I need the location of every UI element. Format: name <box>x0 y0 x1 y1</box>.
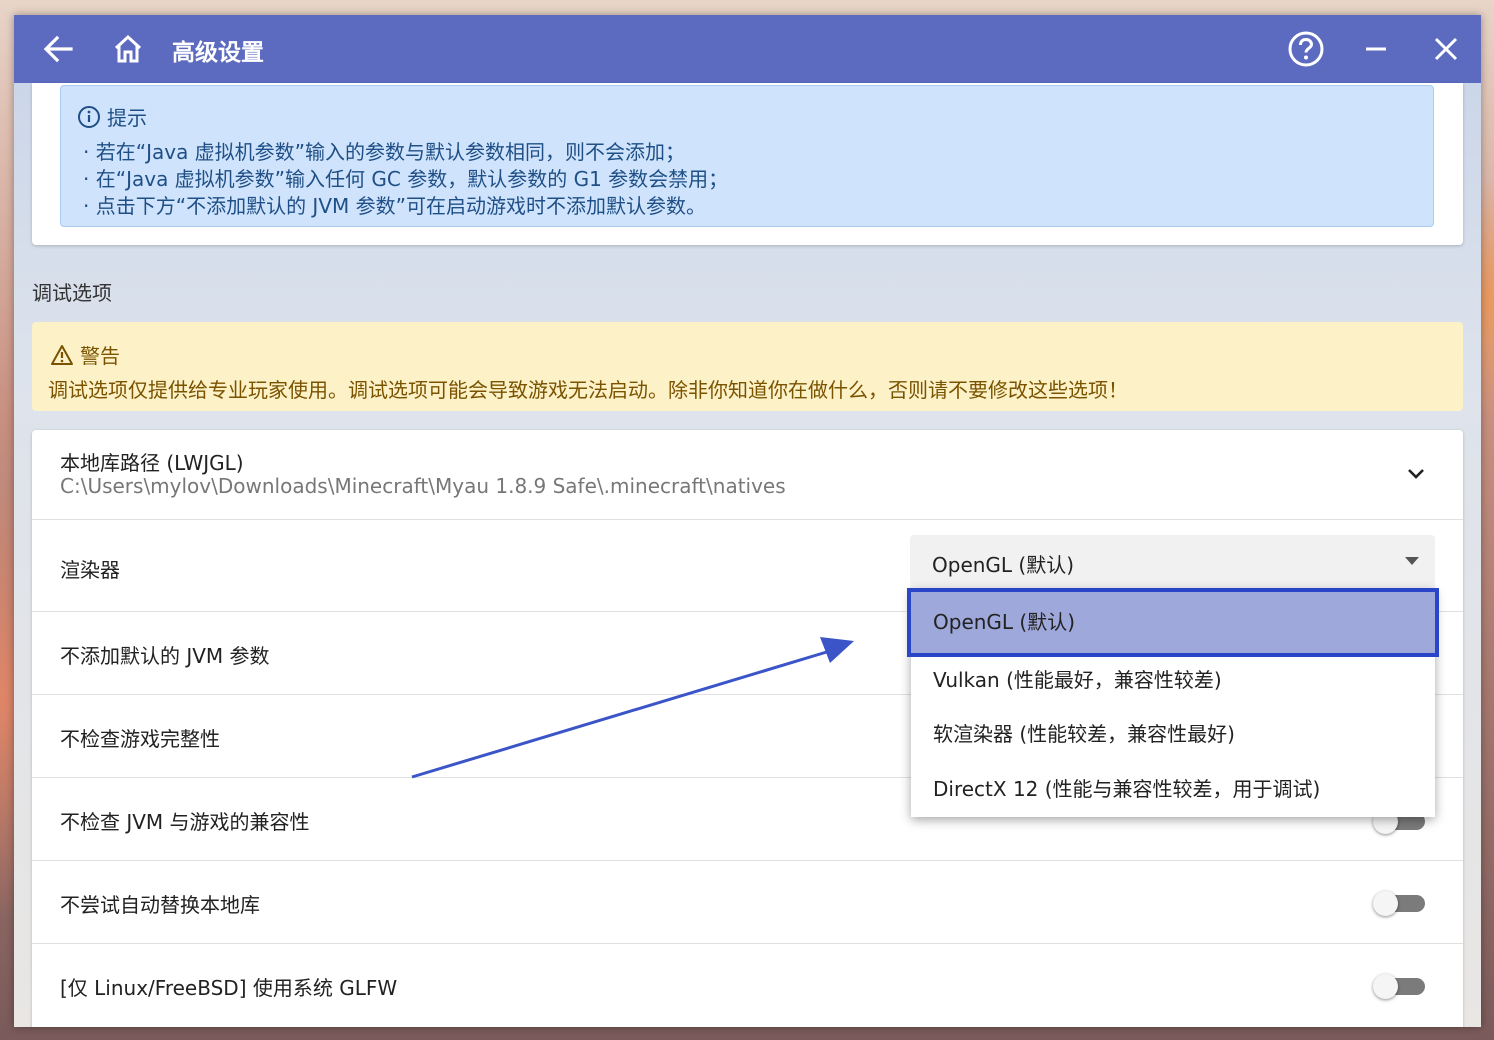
settings-window: 高级设置 提示 · 若在“Java 虚拟机参数”输入的参数与默认参数相同，则不会… <box>14 15 1481 1027</box>
annotation-arrow <box>411 637 854 779</box>
